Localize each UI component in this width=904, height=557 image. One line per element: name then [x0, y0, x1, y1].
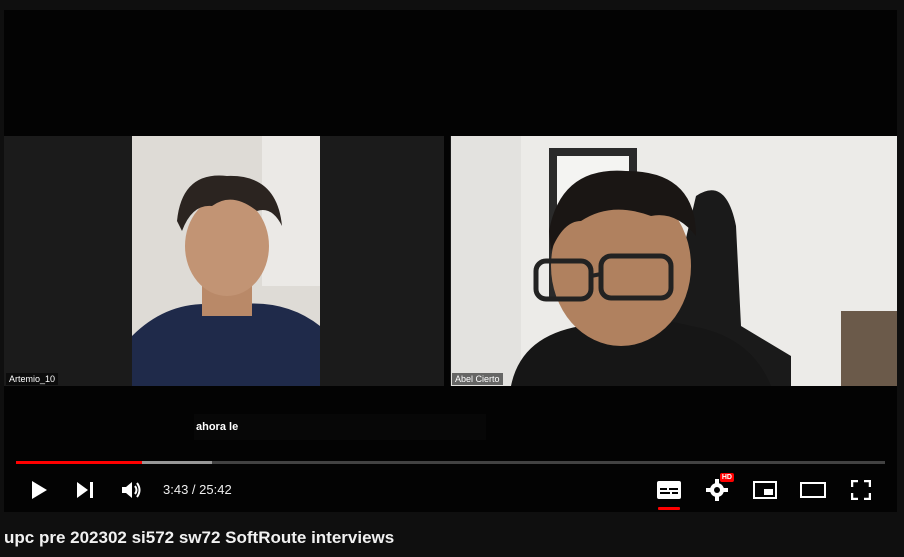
next-button[interactable] — [70, 476, 100, 504]
caption-text: ahora le — [194, 414, 486, 440]
play-icon — [32, 481, 47, 499]
time-display: 3:43 / 25:42 — [163, 482, 232, 497]
fullscreen-button[interactable] — [846, 476, 876, 504]
theater-icon — [800, 482, 826, 498]
subtitles-icon — [657, 481, 681, 499]
participant-name-right: Abel Cierto — [452, 373, 503, 385]
next-icon — [77, 482, 93, 498]
person-silhouette-right — [451, 136, 897, 386]
player-controls: 3:43 / 25:42 HD — [4, 468, 897, 512]
volume-icon — [122, 482, 141, 498]
video-frame[interactable]: Artemio_10 Abel Cierto ahora le — [4, 10, 897, 512]
participant-name-left: Artemio_10 — [6, 373, 59, 385]
subtitles-button[interactable] — [654, 476, 684, 510]
settings-button[interactable]: HD — [702, 473, 734, 504]
hd-badge: HD — [719, 473, 734, 482]
progress-bar[interactable] — [16, 461, 885, 464]
video-player[interactable]: Artemio_10 Abel Cierto ahora le 3:43 / 2… — [4, 10, 897, 512]
theater-mode-button[interactable] — [798, 476, 828, 504]
settings-icon — [706, 479, 728, 501]
fullscreen-icon — [851, 480, 871, 500]
volume-button[interactable] — [117, 476, 147, 504]
subtitles-active-indicator — [658, 507, 680, 510]
play-button[interactable] — [24, 476, 54, 504]
progress-played — [16, 461, 142, 464]
miniplayer-button[interactable] — [750, 476, 780, 504]
participant-video-artemio — [132, 136, 320, 386]
video-title: upc pre 202302 si572 sw72 SoftRoute inte… — [4, 528, 395, 547]
miniplayer-icon — [753, 481, 777, 499]
participant-video-abel — [451, 136, 897, 386]
person-silhouette-left — [132, 136, 320, 386]
